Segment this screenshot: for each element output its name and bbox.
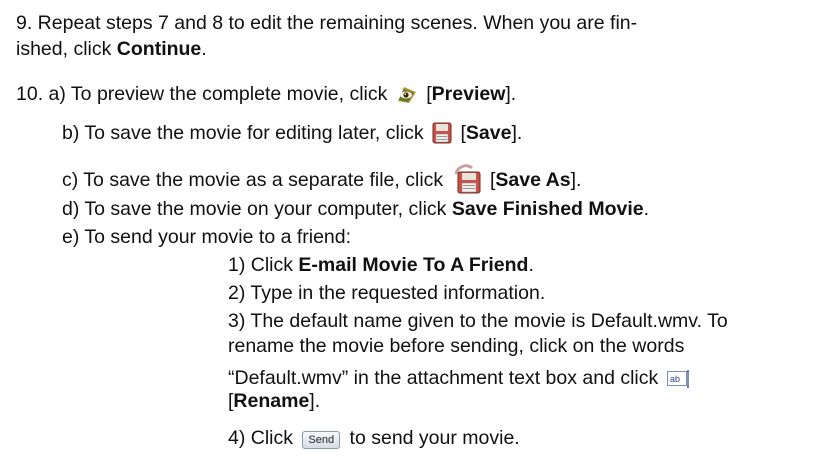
rename-textbox-icon: ab	[666, 369, 691, 395]
step9-text-post: .	[201, 38, 207, 60]
sub1-post: .	[528, 254, 534, 276]
step10a-text: 10. a) To preview the complete movie, cl…	[16, 83, 393, 105]
sub3-line2: rename the movie before sending, click o…	[228, 335, 685, 357]
save-label: Save	[465, 122, 512, 144]
save-disk-icon	[432, 122, 452, 150]
step10e-sub3-line1: 3) The default name given to the movie i…	[228, 309, 728, 333]
save-as-label: Save As	[495, 169, 571, 191]
save-finished-movie-label: Save Finished Movie	[451, 198, 644, 220]
step10c-text: c) To save the movie as a separate file,…	[62, 169, 449, 191]
step10e-sub3-line2: rename the movie before sending, click o…	[228, 334, 684, 358]
sub2-text: 2) Type in the requested information.	[228, 282, 546, 304]
send-button[interactable]: Send	[302, 431, 341, 449]
step10d-text: d) To save the movie on your computer, c…	[62, 198, 452, 220]
step10a: 10. a) To preview the complete movie, cl…	[16, 82, 516, 111]
step10e-sub4: 4) Click Send to send your movie.	[228, 426, 520, 450]
preview-bracket-close: ].	[505, 83, 517, 105]
step10e: e) To send your movie to a friend:	[62, 225, 351, 249]
preview-label: Preview	[431, 83, 506, 105]
step10b: b) To save the movie for editing later, …	[62, 121, 522, 150]
step9-text: 9. Repeat steps 7 and 8 to edit the rema…	[16, 12, 638, 34]
step9-text-pre: ished, click	[16, 38, 117, 60]
step9-line1: 9. Repeat steps 7 and 8 to edit the rema…	[16, 11, 637, 35]
email-movie-label: E-mail Movie To A Friend	[298, 254, 529, 276]
svg-text:ab: ab	[670, 374, 680, 384]
step10e-sub3-line4: [Rename].	[228, 389, 320, 413]
step10c: c) To save the movie as a separate file,…	[62, 164, 581, 200]
preview-bracket-open: [	[420, 83, 432, 105]
sub4-pre: 4) Click	[228, 427, 299, 449]
save-as-disk-icon	[452, 164, 482, 200]
save-bracket-close: ].	[511, 122, 523, 144]
save-as-bracket-close: ].	[570, 169, 582, 191]
sub3-line1: 3) The default name given to the movie i…	[228, 310, 728, 332]
sub1-pre: 1) Click	[228, 254, 299, 276]
step10d-post: .	[643, 198, 650, 220]
rename-label: Rename	[233, 390, 310, 412]
save-bracket-open: [	[455, 122, 466, 144]
continue-label: Continue	[116, 38, 202, 60]
rename-bracket-close: ].	[309, 390, 321, 412]
save-as-bracket-open: [	[484, 169, 496, 191]
step10d: d) To save the movie on your computer, c…	[62, 197, 649, 221]
step10e-sub2: 2) Type in the requested information.	[228, 281, 545, 305]
preview-eye-icon	[396, 83, 418, 111]
sub3-line3: “Default.wmv” in the attachment text box…	[228, 367, 664, 389]
step10b-text: b) To save the movie for editing later, …	[62, 122, 430, 144]
step10e-text: e) To send your movie to a friend:	[62, 226, 352, 248]
sub4-post: to send your movie.	[344, 427, 520, 449]
step10e-sub1: 1) Click E-mail Movie To A Friend.	[228, 253, 534, 277]
step9-line2: ished, click Continue.	[16, 37, 207, 61]
